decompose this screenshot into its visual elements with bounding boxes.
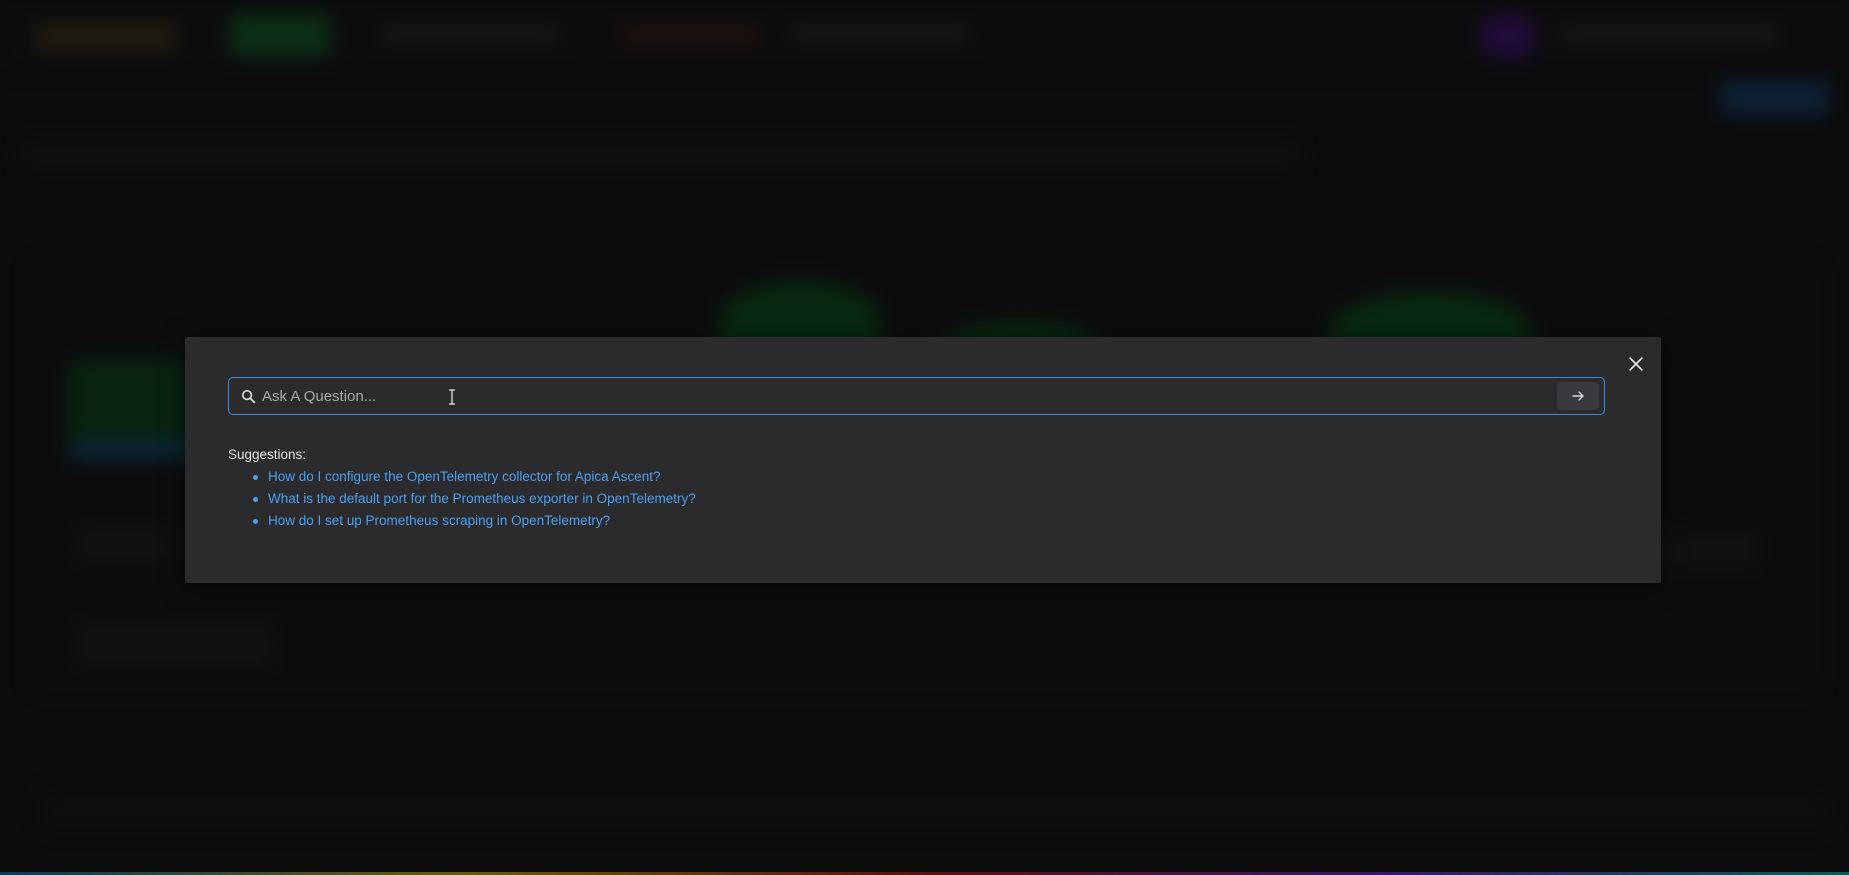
search-icon bbox=[240, 388, 256, 404]
suggestions-list: How do I configure the OpenTelemetry col… bbox=[228, 466, 696, 532]
suggestion-link[interactable]: How do I configure the OpenTelemetry col… bbox=[253, 466, 696, 488]
suggestions: Suggestions: How do I configure the Open… bbox=[228, 447, 696, 532]
screen: Suggestions: How do I configure the Open… bbox=[0, 0, 1849, 875]
close-icon bbox=[1629, 357, 1643, 371]
suggestion-link[interactable]: How do I set up Prometheus scraping in O… bbox=[253, 510, 696, 532]
text-cursor-icon bbox=[449, 389, 455, 405]
ask-question-modal: Suggestions: How do I configure the Open… bbox=[185, 337, 1661, 583]
submit-button[interactable] bbox=[1557, 382, 1599, 410]
suggestion-link[interactable]: What is the default port for the Prometh… bbox=[253, 488, 696, 510]
suggestions-label: Suggestions: bbox=[228, 447, 307, 462]
close-button[interactable] bbox=[1625, 353, 1647, 375]
arrow-right-icon bbox=[1572, 391, 1584, 401]
search-box bbox=[228, 377, 1605, 415]
